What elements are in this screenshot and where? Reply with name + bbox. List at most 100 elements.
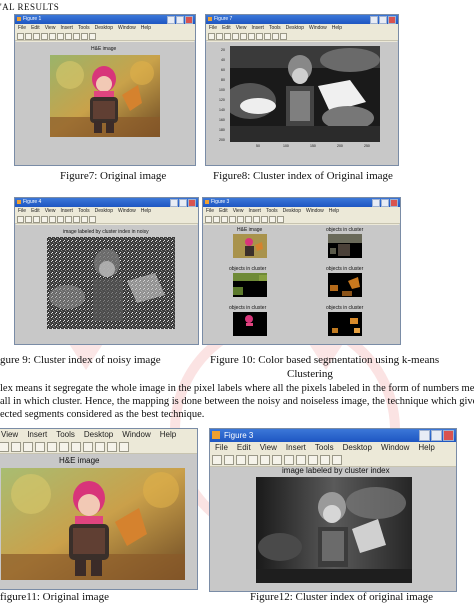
maximize-icon[interactable] (176, 16, 184, 24)
pointer-icon[interactable] (237, 215, 244, 223)
menu-file[interactable]: File (18, 25, 26, 31)
minimize-icon[interactable] (167, 16, 175, 24)
zoom-in-icon[interactable] (245, 215, 252, 223)
zoom-out-icon[interactable] (256, 32, 263, 40)
figure-window-1[interactable]: Figure 1 File Edit View Insert Tools Desktop W… (14, 14, 196, 166)
menu-window[interactable]: Window (118, 208, 136, 214)
minimize-icon[interactable] (370, 16, 378, 24)
open-icon[interactable] (25, 32, 32, 40)
rotate-icon[interactable] (81, 32, 88, 40)
menu-view[interactable]: View (45, 208, 56, 214)
menu-desktop[interactable]: Desktop (84, 430, 113, 439)
minimize-icon[interactable] (419, 430, 430, 441)
zoom-out-icon[interactable] (71, 442, 81, 452)
open-icon[interactable] (216, 32, 223, 40)
print-icon[interactable] (248, 455, 258, 465)
window-controls[interactable] (370, 16, 396, 24)
datacursor-icon[interactable] (89, 215, 96, 223)
menu-help[interactable]: Help (160, 430, 176, 439)
menu-insert[interactable]: Insert (248, 208, 261, 214)
menu-edit[interactable]: Edit (31, 25, 40, 31)
close-icon[interactable] (390, 199, 398, 207)
menu-help[interactable]: Help (141, 25, 151, 31)
rotate-icon[interactable] (95, 442, 105, 452)
menu-file[interactable]: File (206, 208, 214, 214)
pointer-icon[interactable] (49, 32, 56, 40)
zoom-out-icon[interactable] (284, 455, 294, 465)
menu-view[interactable]: View (260, 443, 277, 452)
pointer-icon[interactable] (49, 215, 56, 223)
minimize-icon[interactable] (372, 199, 380, 207)
new-icon[interactable] (205, 215, 212, 223)
maximize-icon[interactable] (381, 199, 389, 207)
zoom-in-icon[interactable] (59, 442, 69, 452)
window-titlebar[interactable]: Figure 3 (210, 429, 456, 442)
datacursor-icon[interactable] (107, 442, 117, 452)
menu-window[interactable]: Window (306, 208, 324, 214)
new-icon[interactable] (208, 32, 215, 40)
pan-icon[interactable] (261, 215, 268, 223)
window-controls[interactable] (372, 199, 398, 207)
close-icon[interactable] (443, 430, 454, 441)
pan-icon[interactable] (264, 32, 271, 40)
window-titlebar[interactable]: Figure 4 (15, 198, 198, 207)
menu-insert[interactable]: Insert (60, 208, 73, 214)
menu-edit[interactable]: Edit (237, 443, 251, 452)
figure-window-2[interactable]: Figure 7 File Edit View Insert Tools Desktop W… (205, 14, 399, 166)
maximize-icon[interactable] (379, 16, 387, 24)
pan-icon[interactable] (296, 455, 306, 465)
print-icon[interactable] (41, 32, 48, 40)
print-icon[interactable] (41, 215, 48, 223)
menu-insert[interactable]: Insert (286, 443, 306, 452)
print-icon[interactable] (35, 442, 45, 452)
menu-view[interactable]: View (233, 208, 244, 214)
zoom-in-icon[interactable] (57, 215, 64, 223)
menu-desktop[interactable]: Desktop (95, 208, 113, 214)
open-icon[interactable] (25, 215, 32, 223)
menu-view[interactable]: View (236, 25, 247, 31)
rotate-icon[interactable] (308, 455, 318, 465)
menu-tools[interactable]: Tools (78, 208, 90, 214)
menu-desktop[interactable]: Desktop (286, 25, 304, 31)
menu-tools[interactable]: Tools (266, 208, 278, 214)
print-icon[interactable] (232, 32, 239, 40)
menu-view[interactable]: View (1, 430, 18, 439)
menu-file[interactable]: File (18, 208, 26, 214)
pan-icon[interactable] (83, 442, 93, 452)
figure-window-5[interactable]: View Insert Tools Desktop Window Help H&E ima… (0, 428, 198, 590)
open-icon[interactable] (213, 215, 220, 223)
window-controls[interactable] (419, 430, 454, 441)
window-titlebar[interactable]: Figure 1 (15, 15, 195, 24)
rotate-icon[interactable] (269, 215, 276, 223)
pointer-icon[interactable] (260, 455, 270, 465)
menu-insert[interactable]: Insert (27, 430, 47, 439)
menu-help[interactable]: Help (418, 443, 434, 452)
menu-window[interactable]: Window (122, 430, 150, 439)
new-icon[interactable] (0, 442, 9, 452)
figure-window-3[interactable]: Figure 4 File Edit View Insert Tools Desktop W… (14, 197, 199, 345)
menu-desktop[interactable]: Desktop (95, 25, 113, 31)
rotate-icon[interactable] (81, 215, 88, 223)
menu-desktop[interactable]: Desktop (343, 443, 372, 452)
save-icon[interactable] (33, 32, 40, 40)
menu-window[interactable]: Window (381, 443, 409, 452)
new-icon[interactable] (212, 455, 222, 465)
zoom-in-icon[interactable] (57, 32, 64, 40)
brush-icon[interactable] (332, 455, 342, 465)
menu-tools[interactable]: Tools (78, 25, 90, 31)
new-icon[interactable] (17, 32, 24, 40)
new-icon[interactable] (17, 215, 24, 223)
close-icon[interactable] (388, 16, 396, 24)
menu-tools[interactable]: Tools (56, 430, 75, 439)
menu-tools[interactable]: Tools (269, 25, 281, 31)
menu-edit[interactable]: Edit (219, 208, 228, 214)
brush-icon[interactable] (119, 442, 129, 452)
zoom-out-icon[interactable] (253, 215, 260, 223)
figure-window-4[interactable]: Figure 3 File Edit View Insert Tools Desktop W… (202, 197, 401, 345)
menu-file[interactable]: File (209, 25, 217, 31)
close-icon[interactable] (185, 16, 193, 24)
minimize-icon[interactable] (170, 199, 178, 207)
zoom-out-icon[interactable] (65, 32, 72, 40)
pan-icon[interactable] (73, 32, 80, 40)
datacursor-icon[interactable] (320, 455, 330, 465)
